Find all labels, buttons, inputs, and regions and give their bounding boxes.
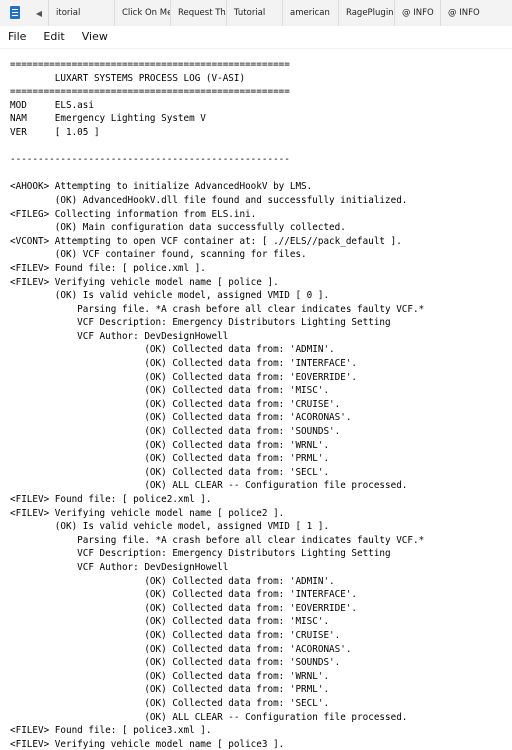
log-line: (OK) Collected data from: 'EOVERRIDE'. [10,602,358,614]
log-text: ========================================… [0,58,512,750]
log-line: (OK) Collected data from: 'INTERFACE'. [10,358,358,370]
log-line: (OK) Collected data from: 'SOUNDS'. [10,657,341,669]
log-line: <AHOOK> Attempting to initialize Advance… [10,181,313,193]
log-line: (OK) Collected data from: 'CRUISE'. [10,398,341,410]
tab[interactable]: RagePluginH [338,0,394,26]
log-line: (OK) Main configuration data successfull… [10,222,346,234]
log-line: Parsing file. *A crash before all clear … [10,534,425,546]
text-editor[interactable]: ========================================… [0,58,512,750]
tab[interactable]: Tutorial [226,0,282,26]
log-line: (OK) AdvancedHookV.dll file found and su… [10,194,408,206]
log-line: (OK) Collected data from: 'PRML'. [10,453,330,465]
tab[interactable]: @ INFO [440,0,486,26]
menu-edit[interactable]: Edit [35,26,73,48]
log-line: ----------------------------------------… [10,154,290,166]
log-line: ========================================… [10,59,290,70]
tab-bar: ◀ itorial Click On Me Request Thre Tutor… [0,0,512,26]
tab[interactable]: american [282,0,338,26]
log-line: (OK) Collected data from: 'SECL'. [10,697,330,709]
tab[interactable]: @ INFO [394,0,440,26]
log-line: (OK) Collected data from: 'ADMIN'. [10,575,335,587]
notepad-app-icon [8,6,22,20]
log-line: Parsing file. *A crash before all clear … [10,303,425,315]
log-line: (OK) Collected data from: 'SECL'. [10,466,330,478]
log-line: <FILEV> Found file: [ police2.xml ]. [10,494,212,505]
log-line: VCF Description: Emergency Distributors … [10,548,391,560]
log-line: (OK) Collected data from: 'SOUNDS'. [10,426,341,438]
log-line: (OK) Collected data from: 'INTERFACE'. [10,589,358,601]
log-line: (OK) Is valid vehicle model, assigned VM… [10,521,330,533]
log-line: (OK) Collected data from: 'PRML'. [10,684,330,696]
log-line: LUXART SYSTEMS PROCESS LOG (V-ASI) [10,72,246,84]
log-line: (OK) Collected data from: 'MISC'. [10,385,330,397]
log-line: (OK) Collected data from: 'ACORONAS'. [10,643,352,655]
log-line: <FILEV> Verifying vehicle model name [ p… [10,507,285,519]
log-line: <FILEG> Collecting information from ELS.… [10,208,257,220]
tab[interactable]: itorial [48,0,114,26]
menu-file[interactable]: File [0,26,35,48]
log-line: (OK) ALL CLEAR -- Configuration file pro… [10,711,408,723]
log-line: VCF Description: Emergency Distributors … [10,317,391,329]
log-line: (OK) Collected data from: 'WRNL'. [10,670,330,682]
log-line: MOD ELS.asi [10,99,94,111]
log-line: <FILEV> Verifying vehicle model name [ p… [10,276,279,288]
log-line: <FILEV> Found file: [ police3.xml ]. [10,725,212,737]
tab[interactable]: Click On Me [114,0,170,26]
log-line: (OK) VCF container found, scanning for f… [10,249,307,261]
log-line: (OK) Collected data from: 'CRUISE'. [10,629,341,641]
log-line: VCF Author: DevDesignHowell [10,561,229,573]
log-line: ========================================… [10,86,290,98]
log-line: (OK) Collected data from: 'ACORONAS'. [10,412,352,424]
tab[interactable]: Request Thre [170,0,226,26]
log-line: (OK) Collected data from: 'WRNL'. [10,439,330,451]
log-line: <FILEV> Found file: [ police.xml ]. [10,262,206,274]
log-line: <FILEV> Verifying vehicle model name [ p… [10,738,285,750]
menu-view[interactable]: View [74,26,117,48]
log-line: (OK) Collected data from: 'EOVERRIDE'. [10,371,358,383]
log-line: (OK) Collected data from: 'ADMIN'. [10,344,335,356]
log-line: VCF Author: DevDesignHowell [10,330,229,342]
menu-bar: File Edit View [0,26,512,49]
tab-scroll-left-icon[interactable]: ◀ [30,9,48,18]
log-line: VER [ 1.05 ] [10,126,100,138]
log-line: (OK) ALL CLEAR -- Configuration file pro… [10,480,408,492]
log-line: (OK) Collected data from: 'MISC'. [10,616,330,628]
log-line: <VCONT> Attempting to open VCF container… [10,235,402,247]
log-line: NAM Emergency Lighting System V [10,113,206,125]
log-line: (OK) Is valid vehicle model, assigned VM… [10,290,330,302]
